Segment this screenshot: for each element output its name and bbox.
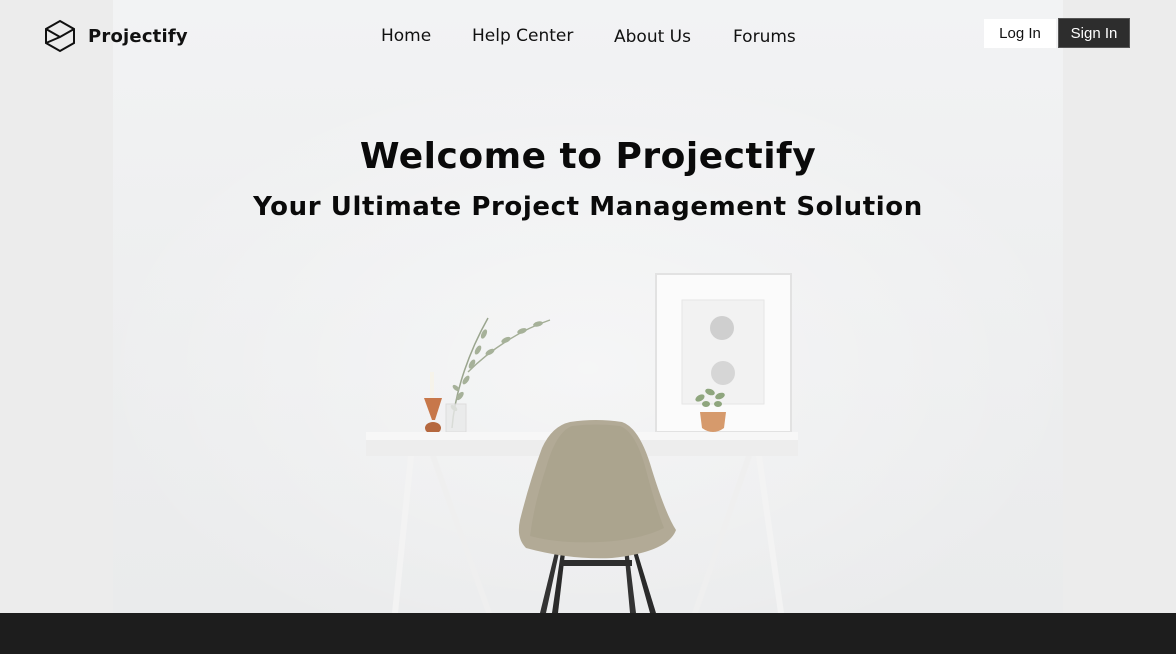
nav-link-home[interactable]: Home bbox=[381, 26, 431, 46]
nav-link-help-center[interactable]: Help Center bbox=[472, 26, 573, 46]
site-header: Projectify Home Help Center About Us For… bbox=[0, 0, 1176, 72]
login-button[interactable]: Log In bbox=[984, 19, 1056, 48]
footer-bar bbox=[0, 613, 1176, 654]
hero-section: Projectify Home Help Center About Us For… bbox=[0, 0, 1176, 613]
hero-title: Welcome to Projectify bbox=[359, 136, 817, 177]
hero-image-desk-scene bbox=[366, 273, 798, 613]
nav-link-about-us[interactable]: About Us bbox=[614, 27, 691, 47]
nav-link-forums[interactable]: Forums bbox=[733, 27, 796, 47]
plant-sprig bbox=[445, 317, 551, 433]
hero-subtitle: Your Ultimate Project Management Solutio… bbox=[253, 192, 923, 222]
candle-holder bbox=[424, 372, 442, 434]
signin-button[interactable]: Sign In bbox=[1058, 18, 1130, 48]
picture-frame bbox=[655, 273, 792, 433]
